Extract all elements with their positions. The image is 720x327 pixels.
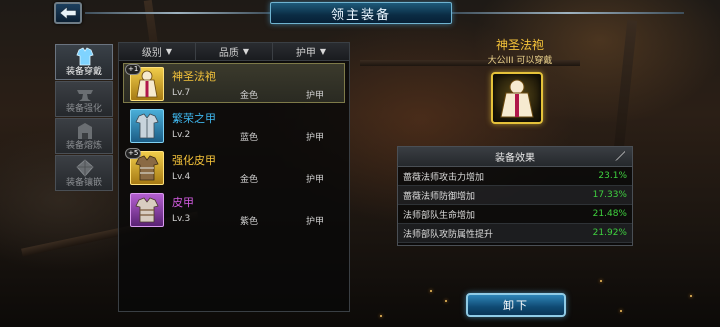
item-type: 护甲 [306,217,325,227]
item-quality: 金色 [240,91,259,101]
effect-value: 23.1% [598,171,627,181]
ember-particle [445,300,447,302]
filter-label: 品质 [218,48,239,59]
dropdown-triangle-icon: ▼ [319,47,327,56]
item-level: Lv.4 [172,172,191,182]
ember-particle [430,290,432,292]
holy-robe-icon [500,79,534,118]
effect-label: 法师部队生命增加 [403,210,476,221]
leather-armor-icon [135,197,159,223]
item-thumbnail [130,109,164,143]
list-item[interactable]: +5 强化皮甲 Lv.4 金色 护甲 [123,147,345,187]
page-title: 领主装备 [330,7,391,23]
tab-equip-enhance[interactable]: 装备强化 [55,81,113,117]
item-thumbnail [130,193,164,227]
enhance-badge: +5 [125,148,142,159]
filter-level[interactable]: 级别 ▼ [119,43,196,60]
equipment-list-panel: 级别 ▼ 品质 ▼ 护甲 ▼ +1 神圣法袍 Lv.7 金色 护甲 繁荣之甲 L… [118,42,350,312]
tab-equip-inlay[interactable]: 装备镶嵌 [55,155,113,191]
filter-quality[interactable]: 品质 ▼ [196,43,273,60]
effect-label: 蔷薇法师攻击力增加 [403,172,485,183]
filter-bar: 级别 ▼ 品质 ▼ 护甲 ▼ [119,43,349,61]
filter-label: 级别 [141,48,162,59]
dropdown-triangle-icon: ▼ [242,47,250,56]
effect-value: 21.48% [592,209,627,219]
item-level: Lv.7 [172,88,191,98]
effect-row: 法师部队攻防属性提升 21.92% [398,224,632,243]
item-level: Lv.3 [172,214,191,224]
dropdown-triangle-icon: ▼ [165,47,173,56]
filter-type[interactable]: 护甲 ▼ [273,43,349,60]
effects-header: 装备效果 [398,147,632,167]
ember-particle [620,310,622,312]
item-name: 皮甲 [172,196,194,209]
list-item[interactable]: 皮甲 Lv.3 紫色 护甲 [123,189,345,229]
item-type: 护甲 [306,175,325,185]
tab-equip-wear[interactable]: 装备穿戴 [55,44,113,80]
header-frame-left [85,12,270,14]
item-name: 强化皮甲 [172,154,216,167]
list-item[interactable]: +1 神圣法袍 Lv.7 金色 护甲 [123,63,345,103]
title-banner: 领主装备 [270,2,452,24]
header-frame-right [452,12,684,14]
detail-item-icon [491,72,543,124]
filter-label: 护甲 [295,48,316,59]
unequip-button[interactable]: 卸下 [466,293,566,317]
effect-value: 21.92% [592,228,627,238]
background-beam [612,19,638,161]
item-type: 护甲 [306,133,325,143]
side-tab-bar: 装备穿戴 装备强化 装备熔炼 装备镶嵌 [55,44,115,192]
chest-armor-icon [135,113,159,139]
ember-particle [600,280,602,282]
ember-particle [380,315,382,317]
back-arrow-icon [59,6,77,20]
item-quality: 蓝色 [240,133,259,143]
item-level: Lv.2 [172,130,191,140]
effect-row: 法师部队生命增加 21.48% [398,205,632,224]
effect-row: 蔷薇法师攻击力增加 23.1% [398,167,632,186]
list-item[interactable]: 繁荣之甲 Lv.2 蓝色 护甲 [123,105,345,145]
back-button[interactable] [54,2,82,24]
effect-value: 17.33% [592,190,627,200]
tab-label: 装备镶嵌 [65,178,102,188]
quill-icon [615,151,625,161]
item-quality: 金色 [240,175,259,185]
effect-label: 蔷薇法师防御增加 [403,191,476,202]
ember-particle [690,295,692,297]
detail-item-name: 神圣法袍 [495,38,544,52]
item-type: 护甲 [306,91,325,101]
enhance-badge: +1 [125,64,142,75]
item-name: 神圣法袍 [172,70,216,83]
detail-requirement: 大公III 可以穿戴 [487,56,553,66]
effects-title: 装备效果 [495,153,535,164]
item-name: 繁荣之甲 [172,112,216,125]
item-quality: 紫色 [240,217,259,227]
tab-label: 装备强化 [65,104,102,114]
tab-label: 装备穿戴 [65,67,102,77]
equipment-list: +1 神圣法袍 Lv.7 金色 护甲 繁荣之甲 Lv.2 蓝色 护甲 +5 强化… [119,61,349,233]
effect-row: 蔷薇法师防御增加 17.33% [398,186,632,205]
tab-equip-smelt[interactable]: 装备熔炼 [55,118,113,154]
equipment-effects-panel: 装备效果 蔷薇法师攻击力增加 23.1% 蔷薇法师防御增加 17.33% 法师部… [397,146,633,246]
tab-label: 装备熔炼 [65,141,102,151]
effect-label: 法师部队攻防属性提升 [403,229,494,240]
